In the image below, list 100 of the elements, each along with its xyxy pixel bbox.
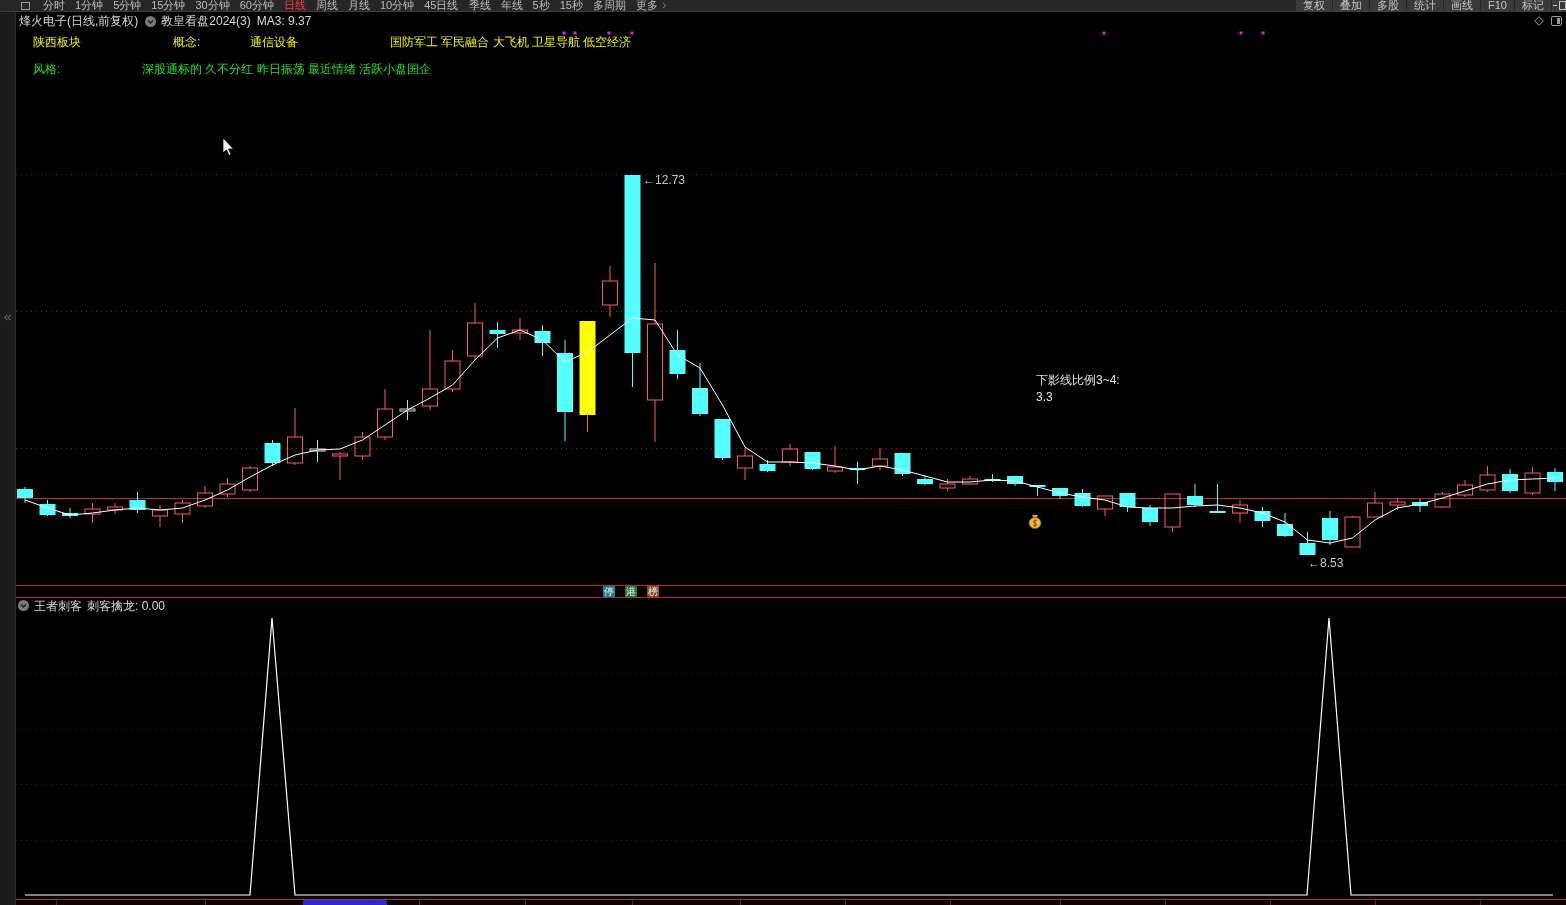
layout-toggle-icon[interactable]: [1552, 0, 1566, 11]
falling-candlestick: [62, 507, 78, 519]
rising-candlestick: [827, 445, 843, 474]
period-tab[interactable]: 1分钟: [75, 0, 104, 11]
panel-toggle-icon[interactable]: [1551, 16, 1562, 26]
rising-candlestick: [242, 465, 258, 493]
doji-candlestick: [399, 399, 416, 421]
period-tab[interactable]: 15分钟: [151, 0, 186, 11]
rising-candlestick: [1367, 491, 1383, 518]
falling-candlestick: [849, 461, 866, 485]
period-tab[interactable]: 月线: [348, 0, 370, 11]
rising-candlestick: [354, 431, 371, 461]
period-tab[interactable]: 45日线: [424, 0, 459, 11]
falling-candlestick: [1187, 483, 1203, 508]
rising-candlestick: [512, 317, 528, 341]
rising-candlestick: [962, 475, 978, 486]
period-tab[interactable]: 10分钟: [380, 0, 415, 11]
rising-candlestick: [1434, 491, 1451, 509]
falling-candlestick: [1029, 484, 1046, 497]
falling-candlestick: [534, 324, 551, 357]
period-tab[interactable]: 分时: [43, 0, 65, 11]
period-tab[interactable]: 多周期: [592, 0, 626, 11]
falling-candlestick: [1322, 510, 1338, 546]
falling-candlestick: [1142, 504, 1158, 527]
falling-candlestick: [39, 499, 56, 517]
status-badge: 港: [625, 586, 637, 597]
high-price-marker: ←12.73: [643, 173, 686, 187]
style-label: 风格:: [33, 62, 62, 76]
rising-candlestick: [287, 407, 303, 466]
rising-candlestick: [174, 499, 191, 524]
period-tab[interactable]: 季线: [468, 0, 491, 11]
falling-candlestick: [1254, 506, 1271, 528]
diamond-icon[interactable]: [1534, 16, 1544, 26]
indicator-name: 王者刺客: [34, 597, 82, 615]
stock-title: 烽火电子(日线,前复权): [19, 13, 139, 30]
falling-candlestick: [917, 475, 933, 486]
falling-candlestick: [692, 362, 708, 417]
falling-candlestick: [1547, 467, 1563, 492]
falling-candlestick: [804, 451, 821, 471]
window-icon[interactable]: [21, 1, 30, 10]
toolbar-button[interactable]: 统计: [1407, 0, 1444, 11]
rising-candlestick: [1232, 499, 1248, 524]
falling-candlestick: [894, 452, 911, 477]
status-badge: 停: [603, 586, 615, 597]
industry-label: 通信设备: [250, 35, 299, 49]
rising-candlestick: [1479, 465, 1496, 493]
rising-candlestick: [107, 502, 123, 515]
period-tab[interactable]: 5分钟: [113, 0, 142, 11]
falling-candlestick: [714, 418, 731, 461]
rising-candlestick: [332, 451, 348, 481]
rising-candlestick: [872, 447, 888, 471]
rising-candlestick: [444, 349, 461, 393]
period-tab[interactable]: 5秒: [532, 0, 550, 11]
falling-candlestick: [1412, 498, 1428, 513]
falling-candlestick: [1052, 487, 1068, 500]
period-tab[interactable]: 30分钟: [195, 0, 230, 11]
falling-candlestick: [759, 459, 776, 473]
ma-reading: MA3: 9.37: [256, 13, 312, 30]
period-tab[interactable]: 15秒: [559, 0, 583, 11]
period-tab[interactable]: 年线: [500, 0, 523, 11]
indicator-reading: 刺客擒龙: 0.00: [87, 597, 166, 615]
region-label: 陕西板块: [33, 35, 82, 49]
period-tab[interactable]: 日线: [284, 0, 306, 11]
rising-candlestick: [152, 504, 168, 528]
falling-candlestick: [1502, 468, 1518, 494]
concept-label: 概念:: [173, 35, 202, 49]
rising-candlestick: [1389, 497, 1406, 511]
rising-candlestick: [939, 478, 956, 492]
period-tab[interactable]: 周线: [316, 0, 338, 11]
period-tab[interactable]: 60分钟: [239, 0, 274, 11]
falling-candlestick: [1074, 488, 1091, 508]
concept-tags: 国防军工 军民融合 大飞机 卫星导航 低空经济: [390, 35, 632, 49]
falling-candlestick: [1209, 483, 1226, 514]
falling-candlestick: [1299, 531, 1316, 556]
doji-candlestick: [309, 439, 326, 463]
rising-candlestick: [782, 443, 798, 467]
more-menu-button[interactable]: 更多: [635, 0, 669, 11]
chevron-down-circle-icon[interactable]: [145, 15, 157, 27]
falling-candlestick: [129, 491, 146, 514]
rising-candlestick: [1164, 493, 1181, 533]
falling-candlestick: [669, 329, 686, 380]
formula-name: 教皇看盘2024(3): [161, 13, 251, 30]
rising-candlestick: [377, 388, 393, 441]
toolbar-button[interactable]: 多股: [1370, 0, 1407, 11]
toolbar-button[interactable]: 复权: [1296, 0, 1333, 11]
falling-candlestick: [1119, 492, 1136, 513]
toolbar-button[interactable]: 叠加: [1333, 0, 1370, 11]
falling-candlestick: [264, 439, 281, 467]
toolbar-button[interactable]: 标记: [1515, 0, 1551, 11]
falling-candlestick: [489, 321, 506, 349]
low-price-marker: ←8.53: [1308, 556, 1344, 570]
falling-candlestick: [1277, 512, 1293, 538]
style-tags: 深股通标的 久不分红 昨日振荡 最近情绪 活跃小盘国企: [142, 62, 432, 76]
note-title: 下影线比例3~4:: [1036, 373, 1120, 387]
toolbar-button[interactable]: 画线: [1444, 0, 1481, 11]
falling-candlestick: [984, 473, 1001, 483]
rising-candlestick: [467, 302, 483, 361]
chevron-down-circle-icon[interactable]: [18, 600, 29, 611]
falling-candlestick: [17, 486, 33, 504]
toolbar-button[interactable]: F10: [1481, 0, 1514, 11]
